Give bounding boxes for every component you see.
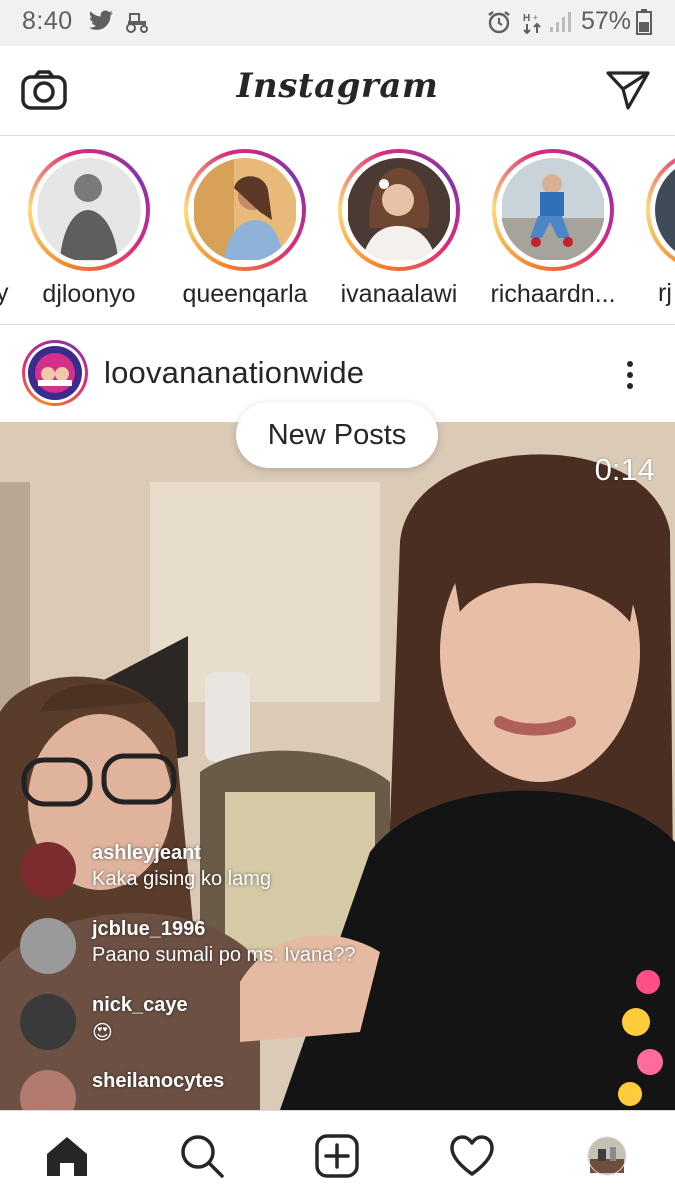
story-username: richaardn...: [490, 280, 616, 308]
add-post-icon: [315, 1134, 359, 1178]
alarm-icon: [486, 9, 512, 40]
comment-username: ashleyjeant: [92, 842, 201, 864]
story-avatar: [37, 158, 141, 262]
instagram-logo: Instagram: [236, 66, 439, 106]
battery-icon: [636, 9, 652, 40]
stories-tray[interactable]: y djloonyo queenqarla ivanaalawi: [0, 137, 675, 325]
twitter-icon: [88, 9, 114, 38]
top-nav: Instagram: [0, 46, 675, 136]
comment-text: Kaka gising ko lamg: [92, 868, 271, 890]
comment-username: jcblue_1996: [92, 918, 206, 940]
signal-icon: [548, 10, 572, 39]
home-tab[interactable]: [42, 1131, 92, 1181]
activity-tab[interactable]: [447, 1131, 497, 1181]
comment-avatar: [20, 918, 76, 974]
post-author-avatar[interactable]: [22, 340, 88, 406]
bottom-nav: [0, 1110, 675, 1200]
story-partial-right-name: rj: [658, 279, 672, 307]
story-avatar: [501, 158, 605, 262]
svg-text:+: +: [533, 13, 538, 22]
story-avatar: [655, 158, 675, 262]
more-options-icon: [627, 361, 633, 367]
post-username[interactable]: loovananationwide: [104, 355, 364, 391]
comment-avatar: [20, 994, 76, 1050]
status-time: 8:40: [22, 7, 73, 35]
comment-username: sheilanocytes: [92, 1070, 225, 1092]
home-icon: [47, 1137, 87, 1176]
tractor-icon: [124, 11, 150, 38]
comment-username: nick_caye: [92, 994, 188, 1016]
direct-message-icon: [606, 71, 650, 110]
story-item[interactable]: ivanaalawi: [324, 149, 474, 309]
story-item[interactable]: djloonyo: [14, 149, 164, 309]
profile-tab[interactable]: [582, 1131, 632, 1181]
search-icon: [181, 1135, 224, 1178]
story-partial-left-name: y: [0, 279, 9, 308]
story-item-partial[interactable]: [632, 149, 675, 271]
svg-text:H: H: [523, 13, 530, 24]
status-bar: 8:40 H + 57%: [0, 0, 675, 46]
story-username: djloonyo: [42, 280, 136, 308]
search-tab[interactable]: [177, 1131, 227, 1181]
new-post-tab[interactable]: [312, 1131, 362, 1181]
activity-heart-icon: [450, 1135, 494, 1176]
story-item[interactable]: queenqarla: [170, 149, 320, 309]
more-options-button[interactable]: [615, 358, 645, 394]
new-posts-button[interactable]: New Posts: [236, 402, 438, 468]
post-video[interactable]: 0:14 ashleyjeant Kaka gising ko lamg jcb…: [0, 422, 675, 1110]
profile-avatar: [587, 1136, 627, 1176]
video-timer: 0:14: [594, 452, 655, 487]
story-username: ivanaalawi: [340, 280, 458, 308]
story-avatar: [193, 158, 297, 262]
story-item[interactable]: richaardn...: [478, 149, 628, 309]
story-avatar: [347, 158, 451, 262]
comment-avatar: [20, 842, 76, 898]
comment-text: 😍: [92, 1022, 113, 1044]
battery-percentage: 57%: [580, 7, 631, 35]
story-username: queenqarla: [182, 280, 308, 308]
data-arrows-icon: H +: [522, 11, 544, 40]
comment-text: Paano sumali po ms. Ivana??: [92, 944, 356, 966]
direct-message-button[interactable]: [604, 66, 652, 114]
